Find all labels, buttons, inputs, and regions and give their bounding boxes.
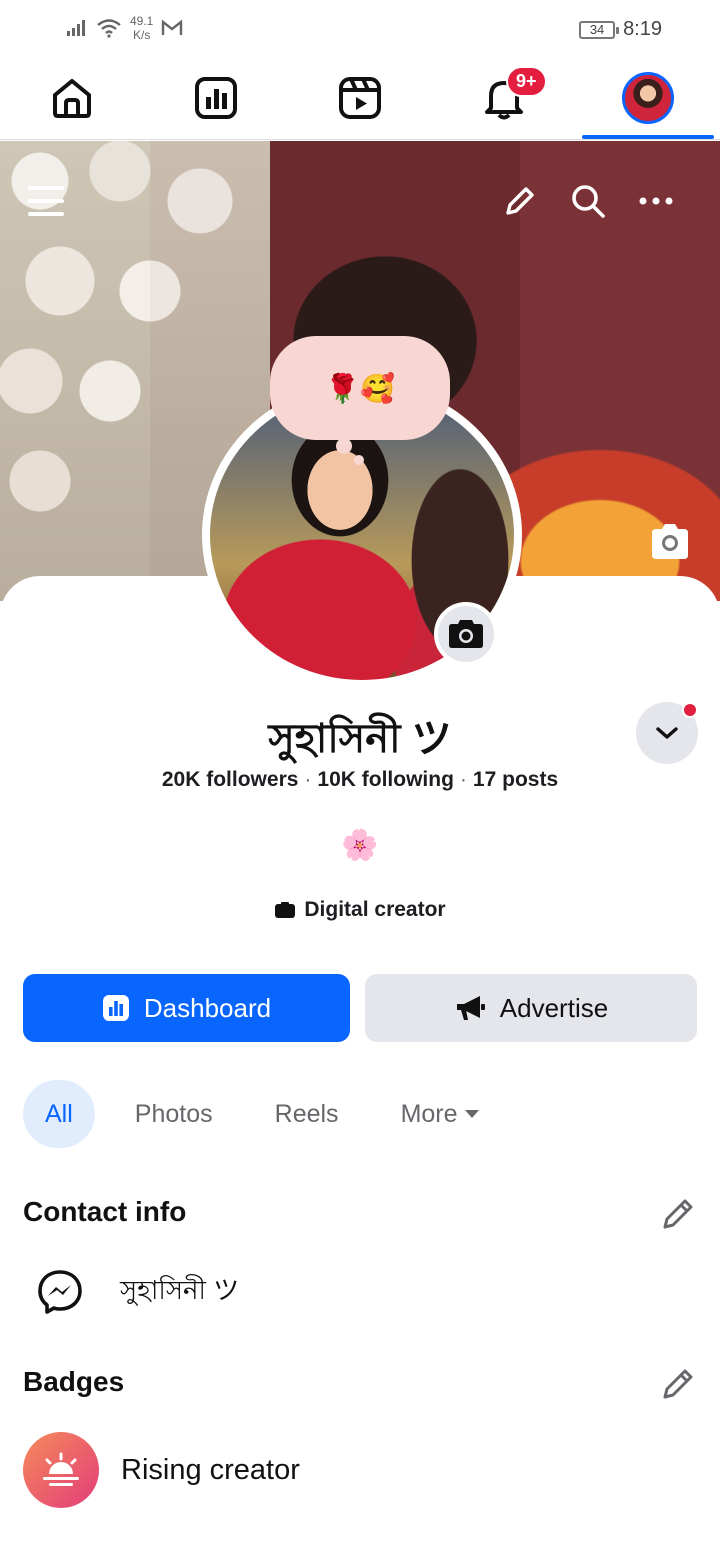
dashboard-button[interactable]: Dashboard	[23, 974, 350, 1042]
stats-separator: ·	[459, 768, 467, 791]
menu-icon	[28, 186, 64, 216]
profile-name: সুহাসিনী ツ	[268, 717, 452, 761]
cover-camera-icon[interactable]	[648, 519, 692, 563]
bio: 🌸	[341, 829, 379, 862]
tab-label: All	[45, 1099, 73, 1128]
status-left: 49.1 K/s	[66, 14, 183, 42]
network-speed: 49.1 K/s	[130, 14, 153, 42]
active-tab-indicator	[582, 135, 714, 139]
speed-unit: K/s	[133, 28, 151, 42]
messenger-name: সুহাসিনী ツ	[120, 1275, 240, 1305]
followers-count[interactable]: 20K followers	[162, 768, 299, 791]
tab-label: Photos	[134, 1099, 213, 1128]
battery-icon: 34	[579, 20, 620, 39]
status-bar: 49.1 K/s 34 8:19	[0, 0, 720, 58]
more-button[interactable]	[634, 179, 678, 223]
dashboard-icon	[102, 995, 129, 1021]
profile-note[interactable]: 🌹🥰	[270, 336, 450, 440]
category-text: Digital creator	[304, 898, 446, 921]
status-right: 34 8:19	[579, 18, 662, 41]
advertise-label: Advertise	[499, 992, 609, 1023]
dropdown-notification-dot	[682, 702, 698, 718]
megaphone-icon	[456, 996, 485, 1020]
edit-contact-pencil-icon[interactable]	[660, 1196, 696, 1232]
tab-label: Reels	[274, 1099, 339, 1128]
messenger-icon	[38, 1270, 82, 1314]
tab-all[interactable]: All	[23, 1080, 95, 1148]
badges-title: Badges	[23, 1366, 125, 1397]
nav-profile[interactable]	[620, 70, 676, 126]
note-tail-dot-small	[354, 455, 364, 465]
avatar-camera-button[interactable]	[434, 602, 498, 666]
home-icon	[53, 79, 91, 118]
advertise-button[interactable]: Advertise	[365, 974, 697, 1042]
nav-notifications[interactable]: 9+	[476, 66, 547, 126]
following-count[interactable]: 10K following	[317, 768, 454, 791]
caret-down-icon	[464, 1110, 479, 1118]
search-button[interactable]	[566, 179, 610, 223]
notification-badge: 9+	[506, 66, 547, 97]
edit-button[interactable]	[498, 179, 542, 223]
speed-value: 49.1	[130, 14, 154, 28]
category-label: Digital creator	[0, 898, 720, 922]
profile-stats: 20K followers · 10K following · 17 posts	[0, 768, 720, 792]
signal-icon	[67, 20, 85, 36]
dashboard-label: Dashboard	[143, 992, 272, 1023]
sunrise-icon	[23, 1432, 99, 1508]
pencil-icon	[506, 187, 534, 215]
tab-label: More	[400, 1099, 458, 1128]
menu-button[interactable]	[24, 179, 68, 223]
profile-tabs: All Photos Reels More	[23, 1080, 520, 1148]
tab-more[interactable]: More	[379, 1080, 502, 1148]
contact-info-title: Contact info	[23, 1196, 187, 1227]
profile-avatar	[622, 72, 674, 124]
chevron-down-icon	[656, 727, 678, 739]
wifi-icon	[97, 19, 121, 38]
edit-badges-pencil-icon[interactable]	[660, 1366, 696, 1402]
top-navigation: 9+	[0, 58, 720, 140]
contact-messenger-row[interactable]: সুহাসিনী ツ	[36, 1268, 239, 1316]
nav-dashboard[interactable]	[188, 70, 244, 126]
tab-reels[interactable]: Reels	[253, 1080, 361, 1148]
nav-home[interactable]	[44, 70, 100, 126]
note-text: 🌹🥰	[325, 372, 395, 404]
posts-count[interactable]: 17 posts	[473, 768, 558, 791]
note-tail-dot	[336, 438, 352, 454]
clock: 8:19	[623, 18, 662, 40]
gmail-icon	[162, 19, 183, 35]
camera-icon	[449, 620, 483, 648]
badge-label: Rising creator	[121, 1453, 300, 1486]
reels-icon	[339, 77, 381, 119]
nav-reels[interactable]	[332, 70, 388, 126]
badge-item[interactable]: Rising creator	[23, 1432, 300, 1508]
stats-separator: ·	[304, 768, 312, 791]
tab-photos[interactable]: Photos	[113, 1080, 235, 1148]
dashboard-icon	[195, 77, 237, 119]
more-icon	[639, 197, 673, 205]
briefcase-icon	[275, 902, 296, 918]
search-icon	[572, 185, 605, 218]
